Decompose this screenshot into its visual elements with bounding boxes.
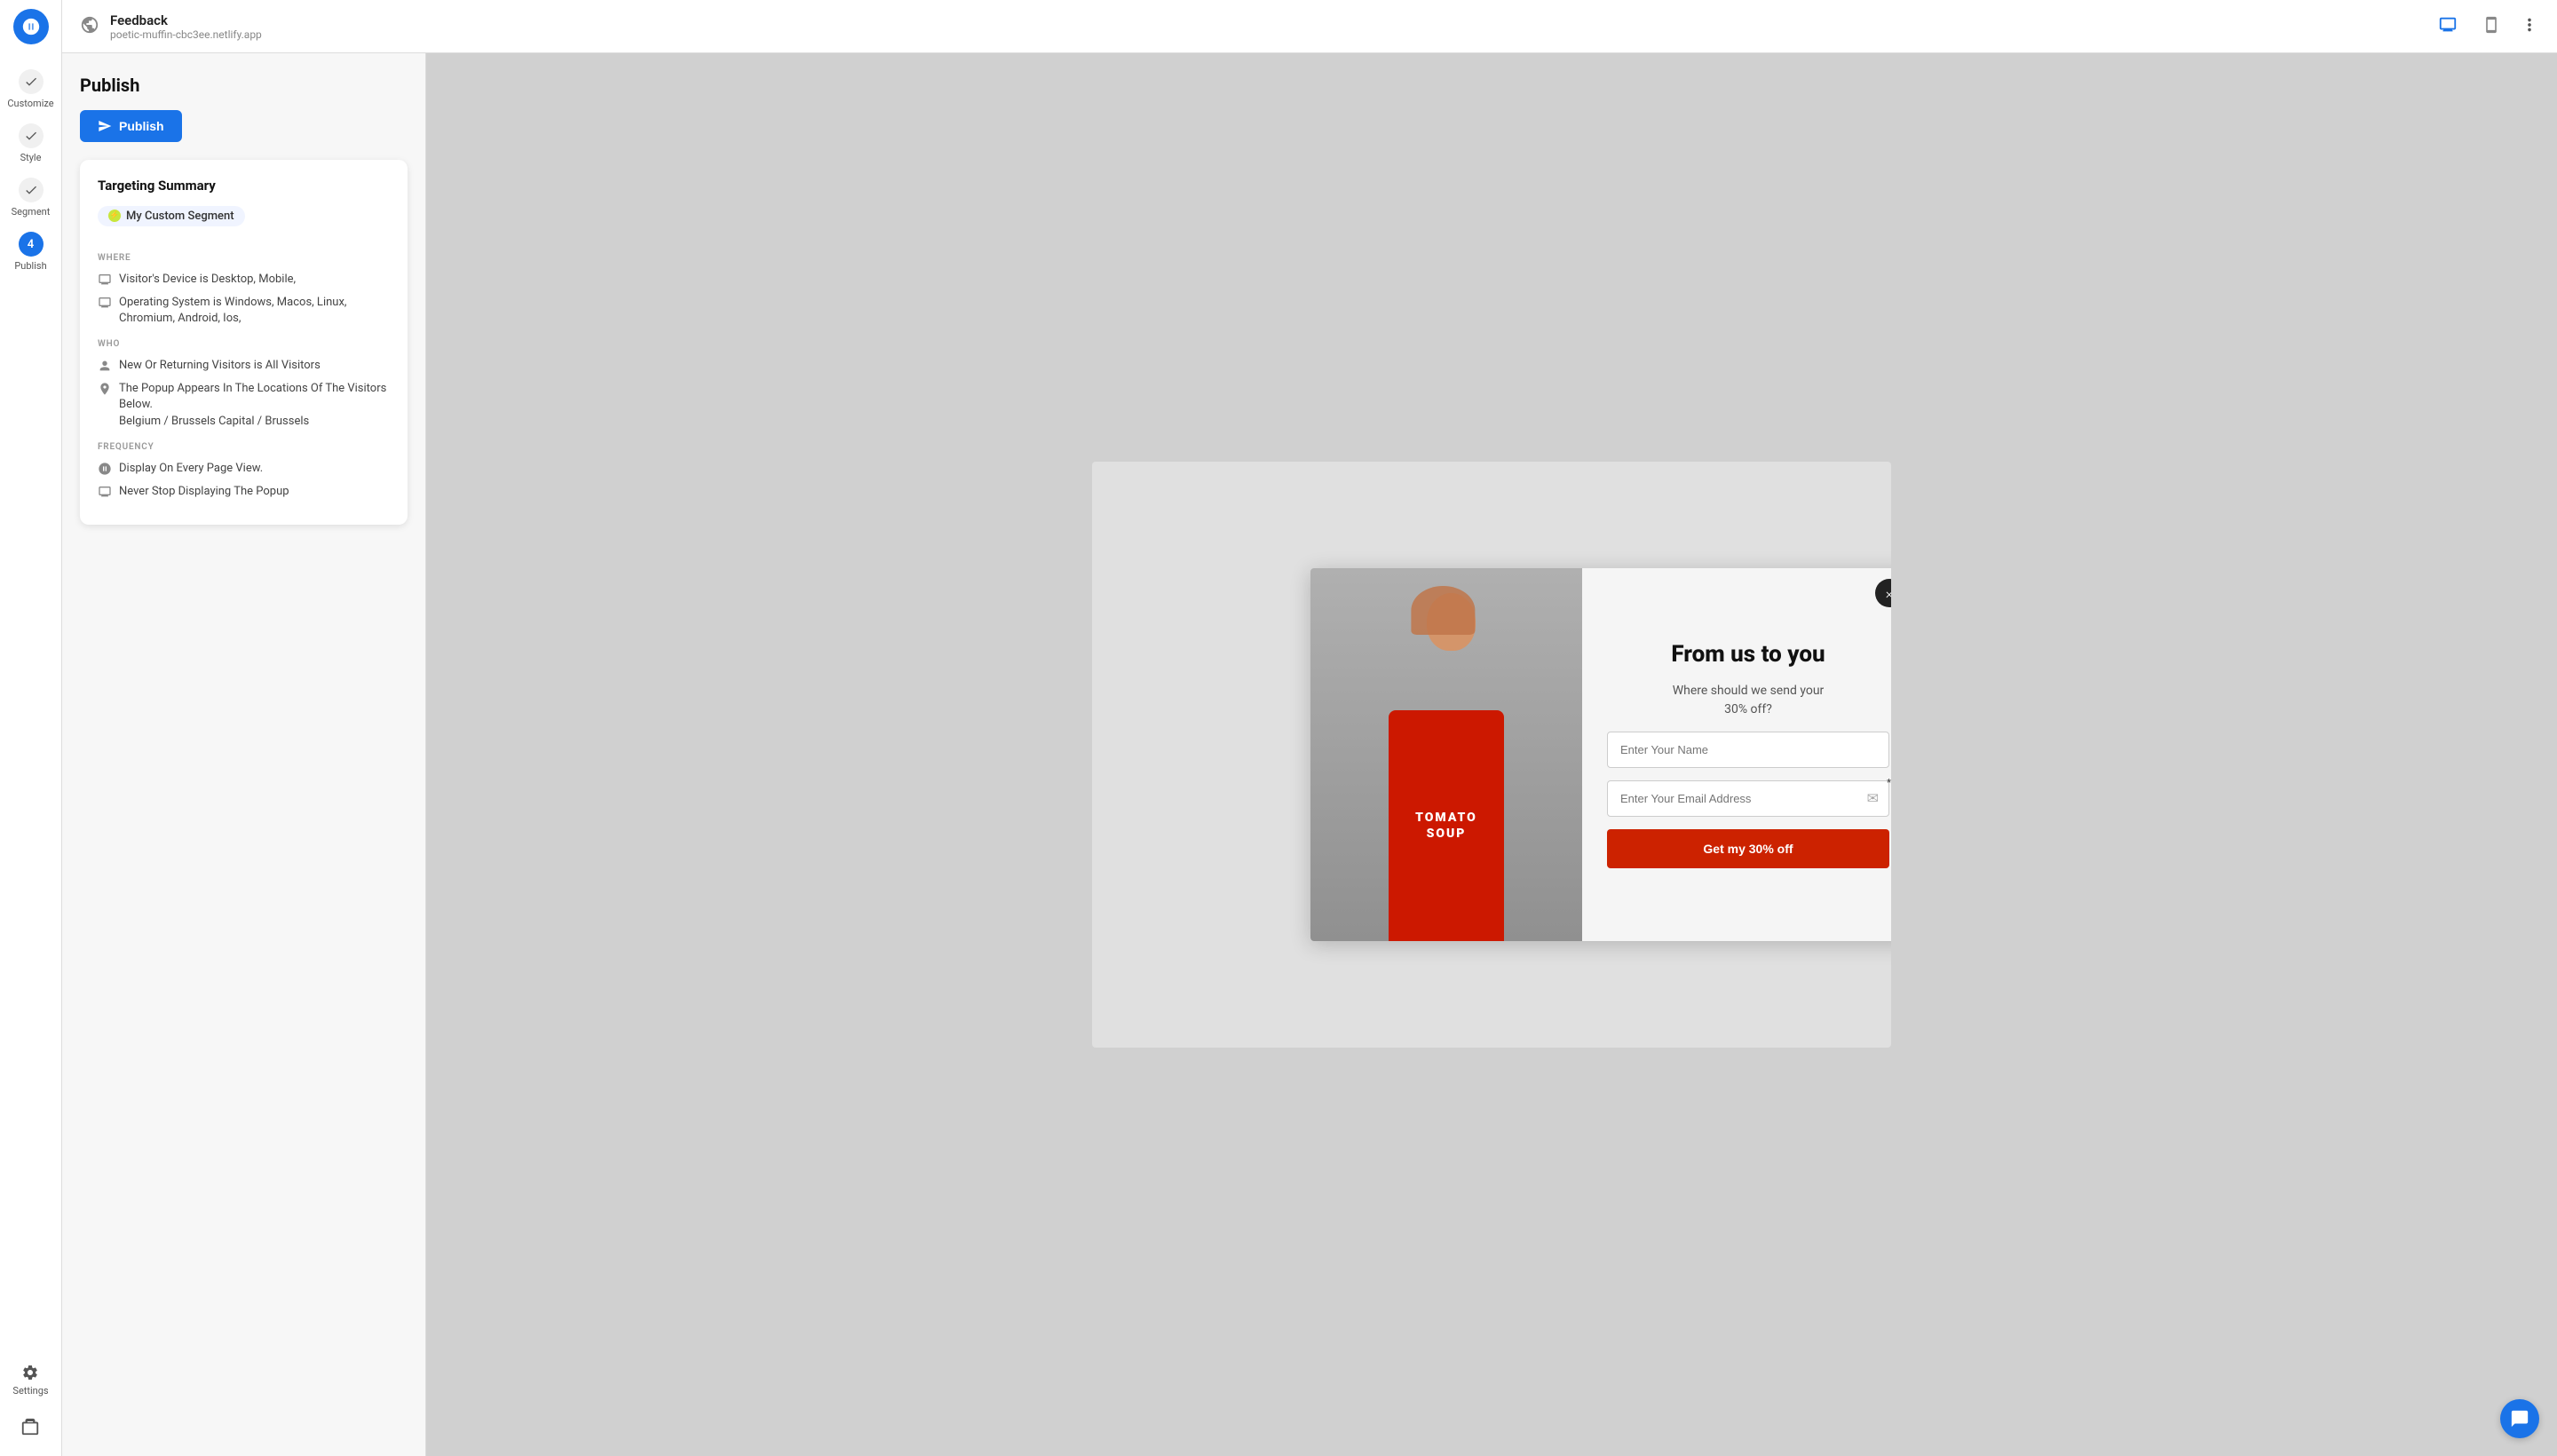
sidebar-step-publish[interactable]: 4 Publish: [0, 225, 61, 279]
targeting-os-text: Operating System is Windows, Macos, Linu…: [119, 295, 390, 327]
name-input[interactable]: [1607, 732, 1889, 768]
sidebar-briefcase[interactable]: [13, 1410, 47, 1447]
email-input[interactable]: [1607, 780, 1889, 817]
frequency-label: FREQUENCY: [98, 442, 390, 452]
close-icon: ×: [1886, 585, 1891, 602]
desktop-view-button[interactable]: [2433, 10, 2463, 43]
app-logo[interactable]: [13, 9, 49, 44]
popup-subtext: Where should we send your30% off?: [1607, 682, 1889, 719]
required-star: *: [1887, 777, 1891, 788]
mobile-view-button[interactable]: [2477, 11, 2506, 42]
email-input-wrapper: * ✉: [1607, 780, 1889, 817]
popup-heading: From us to you: [1607, 641, 1889, 669]
topbar-subtitle: poetic-muffin-cbc3ee.netlify.app: [110, 28, 262, 41]
cta-button-label: Get my 30% off: [1703, 842, 1793, 856]
preview-area: TOMATO SOUP From us to you Where should …: [426, 53, 2557, 1456]
panel-title: Publish: [80, 75, 408, 96]
targeting-visitors-text: New Or Returning Visitors is All Visitor…: [119, 358, 321, 374]
popup-image-text2: SOUP: [1427, 827, 1467, 841]
topbar-center: [2433, 10, 2539, 43]
targeting-item-device: Visitor's Device is Desktop, Mobile,: [98, 272, 390, 288]
topbar: Feedback poetic-muffin-cbc3ee.netlify.ap…: [62, 0, 2557, 53]
sidebar-step-style-label: Style: [20, 152, 42, 163]
popup-content-side: From us to you Where should we send your…: [1582, 568, 1891, 941]
popup-image-text1: TOMATO: [1415, 811, 1477, 825]
targeting-frequency1-text: Display On Every Page View.: [119, 461, 263, 477]
targeting-item-frequency2: Never Stop Displaying The Popup: [98, 484, 390, 500]
targeting-item-frequency1: Display On Every Page View.: [98, 461, 390, 477]
sidebar-step-style[interactable]: Style: [0, 116, 61, 170]
sidebar-step-customize[interactable]: Customize: [0, 62, 61, 116]
cta-button[interactable]: Get my 30% off: [1607, 829, 1889, 868]
targeting-card: Targeting Summary ⚡ My Custom Segment WH…: [80, 160, 408, 525]
sidebar-settings[interactable]: Settings: [8, 1355, 52, 1405]
email-icon: ✉: [1867, 790, 1879, 807]
sidebar-step-segment-label: Segment: [12, 206, 51, 218]
targeting-item-visitors: New Or Returning Visitors is All Visitor…: [98, 358, 390, 374]
globe-icon: [80, 15, 99, 38]
targeting-device-text: Visitor's Device is Desktop, Mobile,: [119, 272, 296, 288]
more-options-icon[interactable]: [2520, 15, 2539, 38]
sidebar-step-customize-label: Customize: [7, 98, 53, 109]
sidebar-step-segment[interactable]: Segment: [0, 170, 61, 225]
content-area: Publish Publish Targeting Summary ⚡ My C…: [62, 53, 2557, 1456]
topbar-title: Feedback: [110, 12, 262, 28]
targeting-item-os: Operating System is Windows, Macos, Linu…: [98, 295, 390, 327]
sidebar-settings-label: Settings: [12, 1385, 48, 1397]
publish-panel: Publish Publish Targeting Summary ⚡ My C…: [62, 53, 426, 1456]
targeting-location-text: The Popup Appears In The Locations Of Th…: [119, 381, 390, 430]
where-label: WHERE: [98, 253, 390, 263]
sidebar: Customize Style Segment 4 Publish Settin…: [0, 0, 62, 1456]
publish-button[interactable]: Publish: [80, 110, 182, 142]
sidebar-step-publish-label: Publish: [14, 260, 46, 272]
who-label: WHO: [98, 339, 390, 349]
topbar-site-info: Feedback poetic-muffin-cbc3ee.netlify.ap…: [110, 12, 262, 41]
segment-name: My Custom Segment: [126, 210, 234, 223]
popup-modal: TOMATO SOUP From us to you Where should …: [1310, 568, 1891, 941]
segment-dot-icon: ⚡: [108, 210, 121, 222]
chat-bubble-button[interactable]: [2500, 1399, 2539, 1438]
preview-window: TOMATO SOUP From us to you Where should …: [1092, 462, 1891, 1048]
targeting-title: Targeting Summary: [98, 178, 390, 194]
segment-badge[interactable]: ⚡ My Custom Segment: [98, 206, 245, 226]
main-area: Feedback poetic-muffin-cbc3ee.netlify.ap…: [62, 0, 2557, 1456]
popup-image-side: TOMATO SOUP: [1310, 568, 1582, 941]
targeting-item-location: The Popup Appears In The Locations Of Th…: [98, 381, 390, 430]
topbar-left: Feedback poetic-muffin-cbc3ee.netlify.ap…: [80, 12, 262, 41]
publish-step-number: 4: [28, 238, 34, 251]
publish-button-label: Publish: [119, 119, 164, 133]
targeting-frequency2-text: Never Stop Displaying The Popup: [119, 484, 289, 500]
